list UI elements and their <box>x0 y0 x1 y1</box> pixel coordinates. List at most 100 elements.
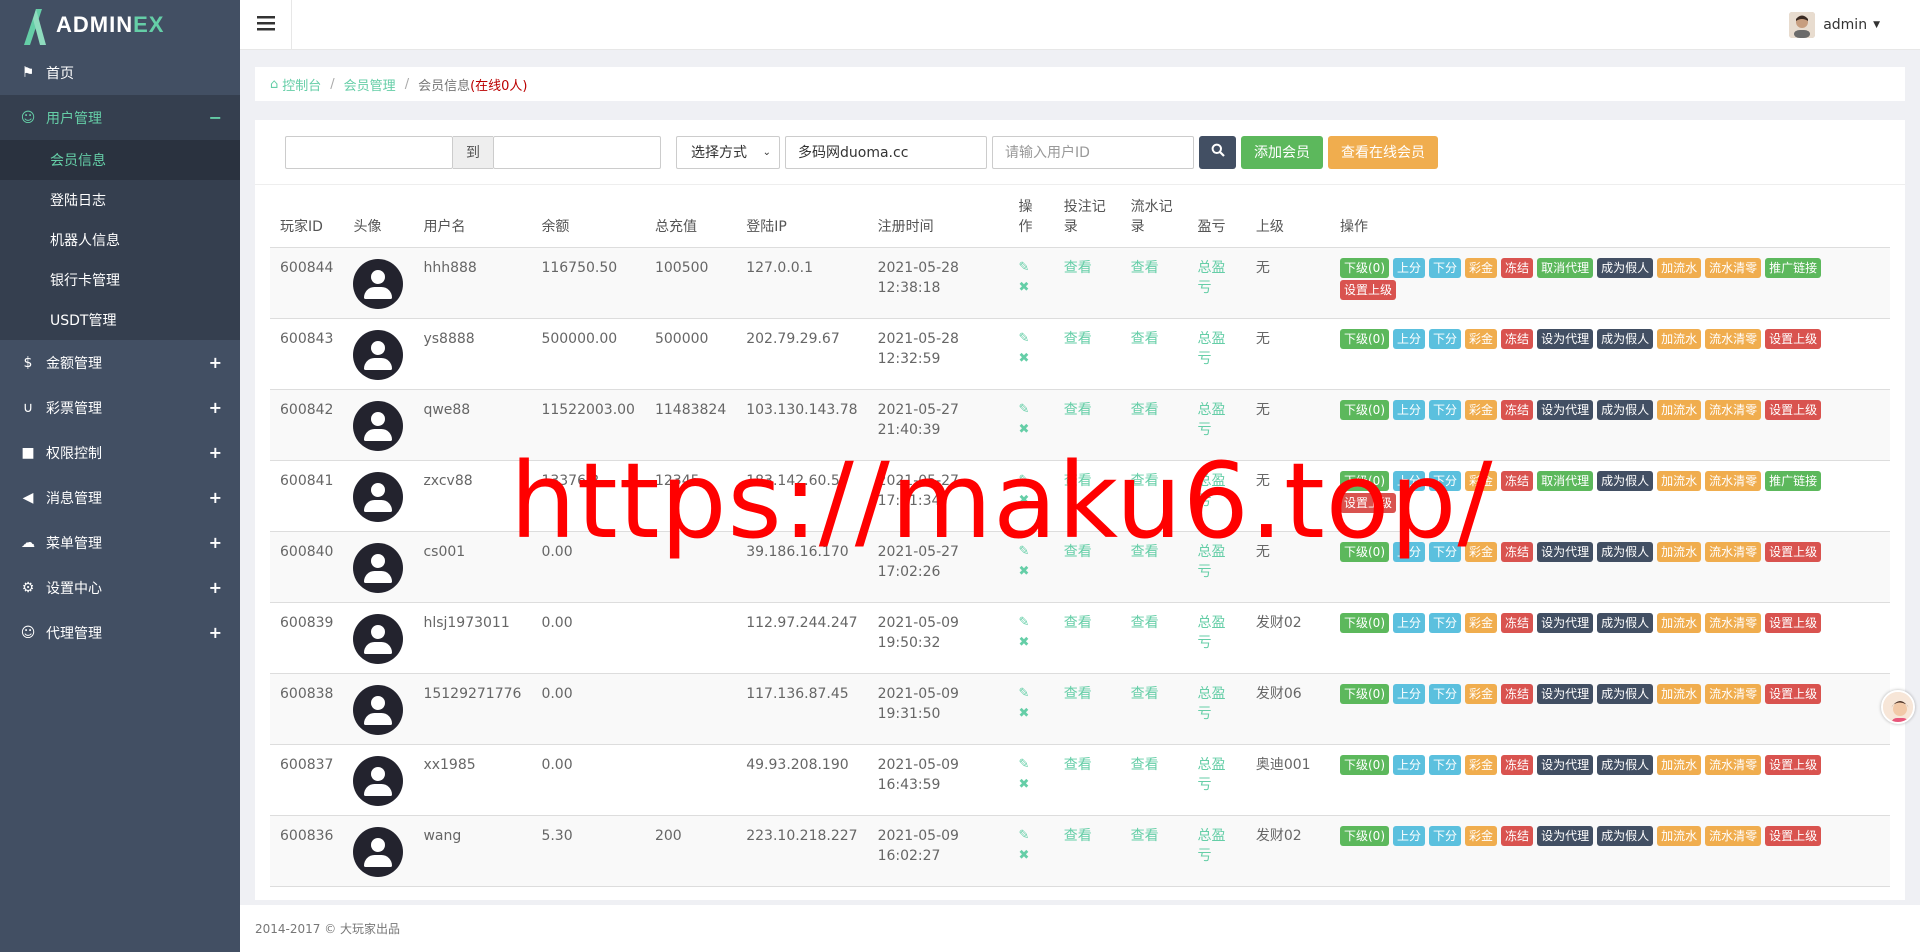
action-button[interactable]: 上分 <box>1393 754 1426 775</box>
action-button[interactable]: 成为假人 <box>1597 754 1654 775</box>
action-button[interactable]: 下级(0) <box>1340 399 1389 420</box>
edit-icon[interactable]: ✎ <box>1019 471 1044 491</box>
action-button[interactable]: 上分 <box>1393 825 1426 846</box>
edit-icon[interactable]: ✎ <box>1019 755 1044 775</box>
delete-icon[interactable]: ✖ <box>1019 278 1044 298</box>
method-select[interactable]: 选择方式 ⌄ <box>676 135 780 169</box>
action-button[interactable]: 下分 <box>1429 541 1462 562</box>
agent-toggle-button[interactable]: 设为代理 <box>1537 825 1594 846</box>
action-button[interactable]: 流水清零 <box>1705 612 1762 633</box>
action-button[interactable]: 加流水 <box>1657 541 1702 562</box>
action-button[interactable]: 冻结 <box>1501 612 1534 633</box>
view-bets-link[interactable]: 查看 <box>1064 544 1092 560</box>
action-button[interactable]: 冻结 <box>1501 328 1534 349</box>
action-button[interactable]: 加流水 <box>1657 257 1702 278</box>
set-parent-button[interactable]: 设置上级 <box>1765 754 1822 775</box>
action-button[interactable]: 彩金 <box>1465 328 1498 349</box>
view-online-button[interactable]: 查看在线会员 <box>1328 135 1438 169</box>
action-button[interactable]: 冻结 <box>1501 754 1534 775</box>
edit-icon[interactable]: ✎ <box>1019 329 1044 349</box>
action-button[interactable]: 上分 <box>1393 257 1426 278</box>
breadcrumb-home[interactable]: 控制台 <box>282 75 321 94</box>
action-button[interactable]: 彩金 <box>1465 612 1498 633</box>
total-profit-link[interactable]: 总盈亏 <box>1197 826 1225 866</box>
add-member-button[interactable]: 添加会员 <box>1241 135 1323 169</box>
edit-icon[interactable]: ✎ <box>1019 258 1044 278</box>
view-bets-link[interactable]: 查看 <box>1064 260 1092 276</box>
view-flow-link[interactable]: 查看 <box>1131 757 1159 773</box>
view-bets-link[interactable]: 查看 <box>1064 473 1092 489</box>
view-flow-link[interactable]: 查看 <box>1131 402 1159 418</box>
action-button[interactable]: 成为假人 <box>1597 399 1654 420</box>
action-button[interactable]: 冻结 <box>1501 683 1534 704</box>
view-flow-link[interactable]: 查看 <box>1131 260 1159 276</box>
sidebar-item-user-management[interactable]: ☺ 用户管理 − <box>0 95 240 140</box>
action-button[interactable]: 下分 <box>1429 825 1462 846</box>
action-button[interactable]: 成为假人 <box>1597 470 1654 491</box>
total-profit-link[interactable]: 总盈亏 <box>1197 329 1225 369</box>
start-date-input[interactable] <box>285 135 453 169</box>
action-button[interactable]: 下级(0) <box>1340 470 1389 491</box>
keyword-input[interactable]: 多码网duoma.cc <box>785 135 987 169</box>
action-button[interactable]: 流水清零 <box>1705 399 1762 420</box>
sidebar-subitem-robot-info[interactable]: 机器人信息 <box>0 220 240 260</box>
action-button[interactable]: 流水清零 <box>1705 754 1762 775</box>
action-button[interactable]: 上分 <box>1393 612 1426 633</box>
action-button[interactable]: 冻结 <box>1501 825 1534 846</box>
action-button[interactable]: 冻结 <box>1501 470 1534 491</box>
total-profit-link[interactable]: 总盈亏 <box>1197 542 1225 582</box>
agent-toggle-button[interactable]: 取消代理 <box>1537 257 1594 278</box>
search-button[interactable] <box>1199 135 1236 169</box>
action-button[interactable]: 彩金 <box>1465 683 1498 704</box>
action-button[interactable]: 上分 <box>1393 541 1426 562</box>
action-button[interactable]: 冻结 <box>1501 541 1534 562</box>
delete-icon[interactable]: ✖ <box>1019 562 1044 582</box>
action-button[interactable]: 彩金 <box>1465 754 1498 775</box>
set-parent-button[interactable]: 设置上级 <box>1340 279 1397 300</box>
action-button[interactable]: 彩金 <box>1465 825 1498 846</box>
view-flow-link[interactable]: 查看 <box>1131 686 1159 702</box>
sidebar-item-home[interactable]: ⚑ 首页 <box>0 50 240 95</box>
action-button[interactable]: 冻结 <box>1501 257 1534 278</box>
promo-link-button[interactable]: 推广链接 <box>1765 470 1822 491</box>
delete-icon[interactable]: ✖ <box>1019 775 1044 795</box>
action-button[interactable]: 下级(0) <box>1340 541 1389 562</box>
total-profit-link[interactable]: 总盈亏 <box>1197 684 1225 724</box>
edit-icon[interactable]: ✎ <box>1019 684 1044 704</box>
view-bets-link[interactable]: 查看 <box>1064 828 1092 844</box>
agent-toggle-button[interactable]: 设为代理 <box>1537 683 1594 704</box>
view-flow-link[interactable]: 查看 <box>1131 331 1159 347</box>
action-button[interactable]: 流水清零 <box>1705 328 1762 349</box>
delete-icon[interactable]: ✖ <box>1019 633 1044 653</box>
delete-icon[interactable]: ✖ <box>1019 491 1044 511</box>
action-button[interactable]: 加流水 <box>1657 399 1702 420</box>
edit-icon[interactable]: ✎ <box>1019 826 1044 846</box>
action-button[interactable]: 下分 <box>1429 257 1462 278</box>
agent-toggle-button[interactable]: 设为代理 <box>1537 328 1594 349</box>
action-button[interactable]: 成为假人 <box>1597 257 1654 278</box>
user-menu[interactable]: admin ▼ <box>1789 12 1880 38</box>
set-parent-button[interactable]: 设置上级 <box>1765 541 1822 562</box>
action-button[interactable]: 上分 <box>1393 328 1426 349</box>
view-bets-link[interactable]: 查看 <box>1064 615 1092 631</box>
action-button[interactable]: 成为假人 <box>1597 825 1654 846</box>
action-button[interactable]: 下级(0) <box>1340 754 1389 775</box>
action-button[interactable]: 下级(0) <box>1340 612 1389 633</box>
action-button[interactable]: 彩金 <box>1465 541 1498 562</box>
action-button[interactable]: 流水清零 <box>1705 470 1762 491</box>
action-button[interactable]: 彩金 <box>1465 399 1498 420</box>
view-flow-link[interactable]: 查看 <box>1131 473 1159 489</box>
sidebar-subitem-bank-card[interactable]: 银行卡管理 <box>0 260 240 300</box>
edit-icon[interactable]: ✎ <box>1019 542 1044 562</box>
action-button[interactable]: 上分 <box>1393 683 1426 704</box>
end-date-input[interactable] <box>493 135 661 169</box>
logo[interactable]: ADMINEX <box>0 0 240 50</box>
action-button[interactable]: 下分 <box>1429 328 1462 349</box>
sidebar-item-messages[interactable]: ◀ 消息管理 + <box>0 475 240 520</box>
action-button[interactable]: 流水清零 <box>1705 825 1762 846</box>
action-button[interactable]: 上分 <box>1393 470 1426 491</box>
action-button[interactable]: 加流水 <box>1657 683 1702 704</box>
action-button[interactable]: 下级(0) <box>1340 683 1389 704</box>
sidebar-item-settings[interactable]: ⚙ 设置中心 + <box>0 565 240 610</box>
action-button[interactable]: 下分 <box>1429 754 1462 775</box>
